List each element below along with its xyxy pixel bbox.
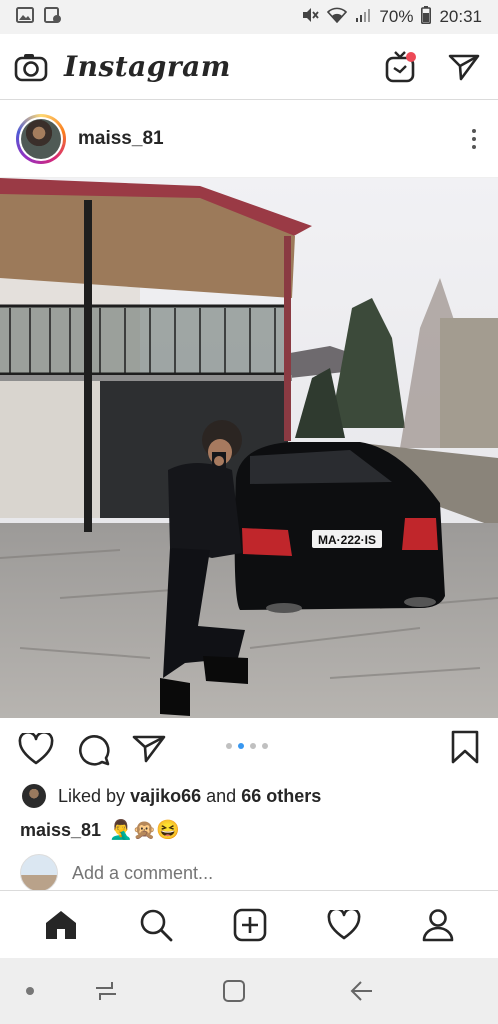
app-logo: Instagram	[64, 50, 231, 83]
camera-icon[interactable]	[14, 52, 48, 82]
search-icon[interactable]	[139, 908, 173, 942]
mute-icon	[301, 6, 320, 29]
igtv-icon[interactable]	[384, 50, 418, 84]
svg-text:MA·222·IS: MA·222·IS	[318, 533, 376, 547]
caption-username[interactable]: maiss_81	[20, 820, 101, 841]
share-icon[interactable]	[132, 734, 166, 764]
home-icon[interactable]	[44, 909, 78, 941]
nav-dot-icon	[26, 987, 34, 995]
liked-by[interactable]: Liked by vajiko66 and 66 others	[22, 784, 321, 808]
liked-and: and	[206, 785, 237, 806]
carousel-dot	[250, 743, 256, 749]
tab-bar	[0, 890, 498, 958]
screenshot-icon	[44, 6, 62, 29]
post-actions	[0, 726, 498, 772]
app-header: Instagram	[0, 34, 498, 100]
comment-input[interactable]	[72, 862, 372, 884]
battery-percent: 70%	[379, 7, 414, 26]
post-header: maiss_81	[0, 100, 498, 178]
more-options-icon[interactable]	[466, 123, 482, 155]
like-icon[interactable]	[18, 733, 54, 765]
post-username[interactable]: maiss_81	[78, 128, 164, 150]
clock: 20:31	[439, 7, 482, 26]
post-caption: maiss_81 🤦‍♂️🙊😆	[20, 818, 180, 842]
avatar	[20, 854, 58, 892]
add-post-icon[interactable]	[233, 908, 267, 942]
bookmark-icon[interactable]	[450, 730, 480, 764]
gallery-icon	[16, 6, 34, 28]
liked-by-user[interactable]: vajiko66	[130, 786, 201, 807]
comment-icon[interactable]	[76, 732, 110, 766]
battery-icon	[421, 5, 432, 29]
photo-illustration: MA·222·IS	[0, 178, 498, 718]
carousel-indicator	[226, 743, 268, 749]
home-button-icon[interactable]	[222, 979, 246, 1003]
back-icon[interactable]	[350, 979, 374, 1003]
status-bar: 70% 20:31	[0, 0, 498, 34]
liked-others[interactable]: 66 others	[241, 786, 321, 807]
recents-icon[interactable]	[94, 979, 118, 1003]
wifi-icon	[327, 7, 348, 28]
activity-icon[interactable]	[327, 909, 361, 940]
carousel-dot-active	[238, 743, 244, 749]
post-photo[interactable]: MA·222·IS	[0, 178, 498, 718]
add-comment-row	[20, 854, 372, 892]
story-avatar[interactable]	[16, 113, 66, 164]
profile-icon[interactable]	[422, 908, 454, 942]
avatar	[21, 118, 61, 159]
carousel-dot	[262, 743, 268, 749]
signal-icon	[355, 7, 371, 28]
system-nav-bar	[0, 958, 498, 1024]
caption-emojis: 🤦‍♂️🙊😆	[109, 820, 181, 841]
liked-by-prefix: Liked by	[58, 785, 126, 806]
direct-message-icon[interactable]	[448, 52, 480, 82]
liker-avatar	[22, 784, 46, 808]
carousel-dot	[226, 743, 232, 749]
